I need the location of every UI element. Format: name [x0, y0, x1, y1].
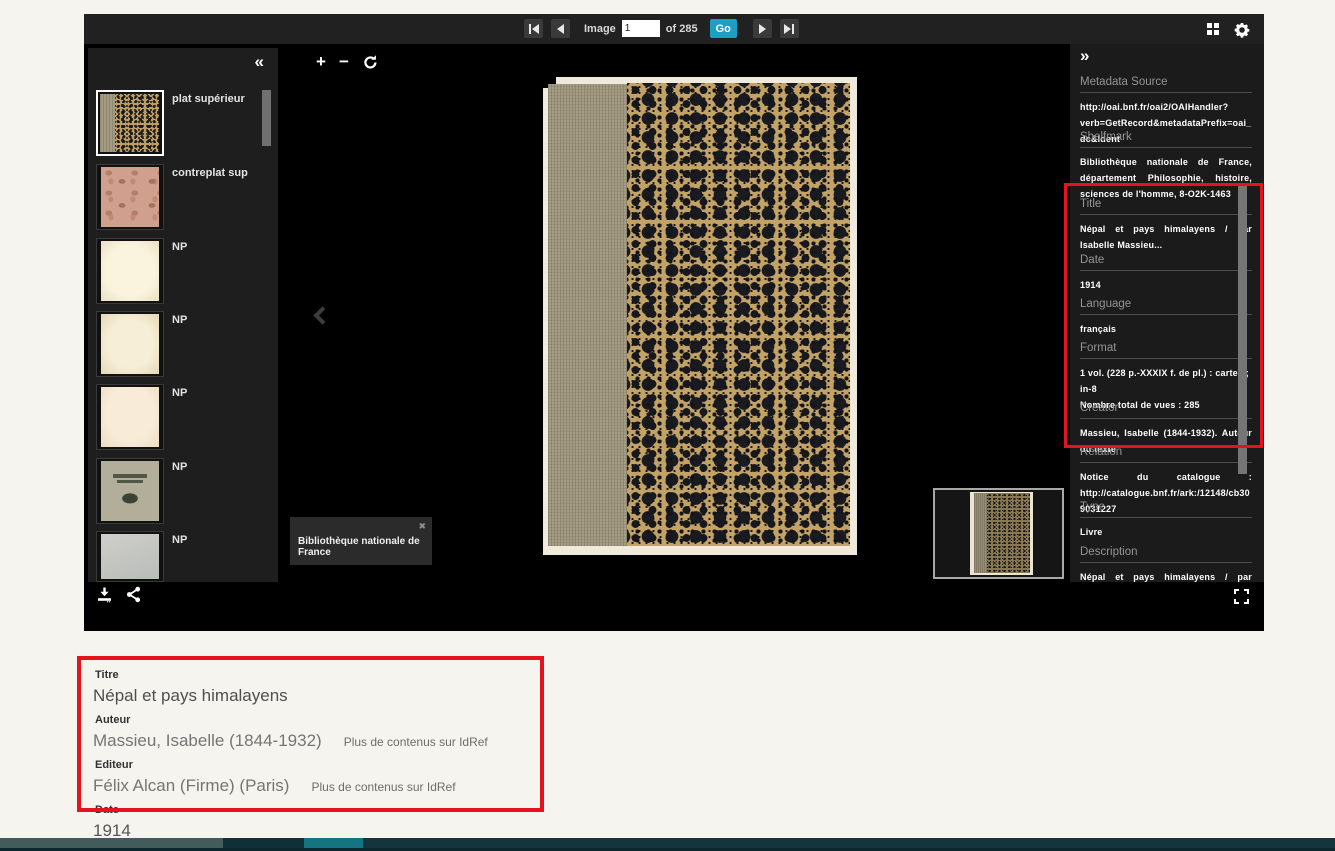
- metadata-section-shelfmark: Shelfmark Bibliothèque nationale de Fran…: [1080, 131, 1252, 202]
- metadata-panel: » Metadata Source http://oai.bnf.fr/oai2…: [1070, 44, 1264, 582]
- thumbnail-item-np-2[interactable]: NP: [96, 311, 270, 377]
- metadata-section-language: Language français: [1080, 298, 1252, 337]
- previous-page-icon: [557, 24, 564, 34]
- thumbnail-item-plat-superieur[interactable]: plat supérieur: [96, 90, 270, 156]
- viewer-toolbar: Image of 285 Go: [84, 14, 1264, 44]
- metadata-value: 1 vol. (228 p.-XXXIX f. de pl.) : cartes…: [1080, 359, 1252, 397]
- go-button[interactable]: Go: [710, 19, 737, 38]
- thumbnail-image[interactable]: [96, 531, 164, 582]
- thumbnail-item-np-4[interactable]: NP: [96, 458, 270, 524]
- rotate-icon[interactable]: [362, 54, 379, 71]
- previous-page-button[interactable]: [551, 19, 570, 38]
- zoom-out-icon[interactable]: −: [339, 53, 349, 71]
- first-page-button[interactable]: [524, 19, 543, 38]
- editeur-value-link[interactable]: Félix Alcan (Firme) (Paris): [93, 776, 289, 796]
- zoom-in-icon[interactable]: +: [316, 53, 326, 71]
- thumbnail-item-np-1[interactable]: NP: [96, 238, 270, 304]
- thumbnail-image[interactable]: [96, 90, 164, 156]
- metadata-label: Title: [1080, 198, 1252, 215]
- metadata-value: Livre: [1080, 518, 1252, 540]
- thumbnail-item-np-3[interactable]: NP: [96, 384, 270, 450]
- sidebar-scrollbar[interactable]: [262, 90, 271, 146]
- thumbnail-image[interactable]: [96, 384, 164, 450]
- metadata-label: Description: [1080, 546, 1252, 563]
- book-cover-image[interactable]: [543, 77, 857, 555]
- expand-panel-icon[interactable]: »: [1080, 46, 1087, 66]
- zoom-controls: + −: [316, 53, 379, 71]
- bottom-scrollbar[interactable]: [0, 838, 1335, 851]
- image-number-input[interactable]: [622, 20, 660, 37]
- metadata-label: Shelfmark: [1080, 131, 1252, 148]
- editeur-label: Editeur: [95, 759, 133, 771]
- thumbnail-label: NP: [172, 461, 187, 473]
- share-icon[interactable]: [125, 586, 142, 603]
- metadata-section-date: Date 1914: [1080, 254, 1252, 293]
- fullscreen-icon[interactable]: [1234, 589, 1249, 604]
- metadata-scrollbar[interactable]: [1238, 183, 1247, 474]
- thumbnail-label: contreplat sup: [172, 167, 248, 179]
- thumbnail-item-np-5[interactable]: NP: [96, 531, 270, 582]
- metadata-value: Bibliothèque nationale de France, départ…: [1080, 148, 1252, 202]
- metadata-value: Népal et pays himalayens / par Isabelle …: [1080, 215, 1252, 253]
- metadata-value: français: [1080, 315, 1252, 337]
- metadata-value: Népal et pays himalayens / par Isabelle: [1080, 563, 1252, 582]
- metadata-label: Type: [1080, 501, 1252, 518]
- last-page-button[interactable]: [780, 19, 799, 38]
- thumbnail-image[interactable]: [96, 238, 164, 304]
- view-grid-icon[interactable]: [1207, 23, 1221, 37]
- thumbnail-label: plat supérieur: [172, 93, 245, 105]
- image-viewer: Image of 285 Go «: [84, 14, 1264, 631]
- next-page-icon: [759, 24, 766, 34]
- collapse-sidebar-icon[interactable]: «: [255, 52, 262, 72]
- metadata-label: Relation: [1080, 446, 1252, 463]
- editeur-row: Félix Alcan (Firme) (Paris) Plus de cont…: [93, 776, 456, 796]
- close-icon[interactable]: ✖: [418, 521, 426, 532]
- date-label: Date: [95, 804, 119, 816]
- auteur-row: Massieu, Isabelle (1844-1932) Plus de co…: [93, 731, 488, 751]
- next-page-button[interactable]: [753, 19, 772, 38]
- auteur-idref-link[interactable]: Plus de contenus sur IdRef: [344, 735, 488, 749]
- thumbnail-label: NP: [172, 534, 187, 546]
- thumbnail-label: NP: [172, 314, 187, 326]
- metadata-section-type: Type Livre: [1080, 501, 1252, 540]
- metadata-label: Date: [1080, 254, 1252, 271]
- metadata-value: 1914: [1080, 271, 1252, 293]
- page-navigation: Image of 285 Go: [524, 19, 799, 38]
- viewer-footer-icons: [96, 586, 142, 603]
- metadata-label: Creator: [1080, 402, 1252, 419]
- last-page-icon: [784, 24, 791, 34]
- metadata-label: Format: [1080, 342, 1252, 359]
- first-page-icon: [529, 24, 531, 34]
- settings-gear-icon[interactable]: [1234, 22, 1250, 38]
- thumbnail-image[interactable]: [96, 311, 164, 377]
- attribution-text: Bibliothèque nationale de France: [298, 536, 432, 558]
- image-navigator[interactable]: [933, 488, 1064, 579]
- attribution-box: ✖ Bibliothèque nationale de France: [290, 517, 432, 565]
- thumbnail-item-contreplat-sup[interactable]: contreplat sup: [96, 164, 270, 230]
- metadata-section-title: Title Népal et pays himalayens / par Isa…: [1080, 198, 1252, 253]
- toolbar-right-icons: [1207, 22, 1250, 38]
- of-total-label: of 285: [666, 23, 698, 35]
- download-icon[interactable]: [96, 586, 113, 603]
- thumbnail-sidebar: « plat supérieur contreplat sup NP: [88, 48, 278, 582]
- thumbnail-image[interactable]: [96, 164, 164, 230]
- book-marbled-cover: [627, 83, 850, 546]
- auteur-value-link[interactable]: Massieu, Isabelle (1844-1932): [93, 731, 322, 751]
- metadata-section-description: Description Népal et pays himalayens / p…: [1080, 546, 1252, 582]
- book-spine: [548, 84, 627, 546]
- auteur-label: Auteur: [95, 714, 130, 726]
- metadata-label: Metadata Source: [1080, 76, 1252, 93]
- thumbnail-label: NP: [172, 241, 187, 253]
- previous-image-arrow[interactable]: [313, 306, 331, 324]
- thumbnail-label: NP: [172, 387, 187, 399]
- image-label: Image: [584, 23, 616, 35]
- titre-value: Népal et pays himalayens: [93, 686, 288, 706]
- editeur-idref-link[interactable]: Plus de contenus sur IdRef: [311, 780, 455, 794]
- titre-label: Titre: [95, 669, 119, 681]
- metadata-label: Language: [1080, 298, 1252, 315]
- thumbnail-image[interactable]: [96, 458, 164, 524]
